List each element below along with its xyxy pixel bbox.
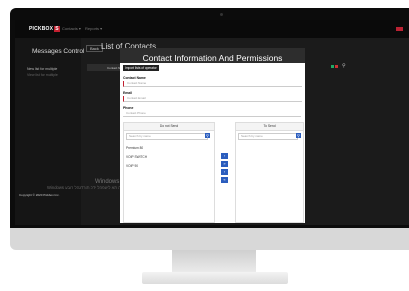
list-item[interactable]: Premium 80 <box>126 146 143 150</box>
phone-input[interactable]: Contact Phone <box>123 111 301 117</box>
sidebar-item-view-list[interactable]: View list for multiple <box>27 73 58 77</box>
move-left-button[interactable]: ‹ <box>221 169 228 175</box>
move-right-button[interactable]: › <box>221 153 228 159</box>
contact-name-input[interactable]: Contact Name <box>123 81 302 87</box>
app-screen: PICKBOX S Contacts ▾ Reports ▾ Messages C… <box>15 20 409 225</box>
do-not-send-header: Do not Send <box>124 123 214 131</box>
app-logo[interactable]: PICKBOX S <box>29 26 60 32</box>
export-excel-icon[interactable] <box>331 65 334 68</box>
to-send-search-input[interactable]: Search by name <box>238 133 298 140</box>
modal-title: Contact Information And Permissions <box>142 53 283 63</box>
import-lists-button[interactable]: Import lists of operator <box>123 65 159 71</box>
search-icon[interactable]: ⚲ <box>342 63 346 69</box>
email-label: Email <box>123 91 133 95</box>
monitor-stand <box>172 250 256 272</box>
phone-label: Phone <box>123 106 134 110</box>
sidebar-item-new-list[interactable]: New list for multiple <box>27 67 57 71</box>
to-send-header: To Send <box>236 123 303 131</box>
search-icon[interactable]: ⚲ <box>205 133 210 138</box>
sidebar-title: Messages Control <box>32 48 85 55</box>
export-pdf-icon[interactable] <box>335 65 338 68</box>
monitor-foot <box>142 272 288 284</box>
camera-dot <box>220 13 223 16</box>
move-all-left-button[interactable]: « <box>221 177 228 183</box>
language-flag-icon[interactable] <box>396 27 403 31</box>
nav-reports[interactable]: Reports ▾ <box>85 26 102 31</box>
search-icon[interactable]: ⚲ <box>296 133 301 138</box>
email-input[interactable]: Contact Email <box>123 96 302 102</box>
contact-name-label: Contact Name <box>123 76 146 80</box>
monitor-chin <box>10 228 409 250</box>
nav-contacts[interactable]: Contacts ▾ <box>62 26 81 31</box>
copyright-text: Copyright © 2020 Pickbox Inc. <box>19 193 60 197</box>
move-all-right-button[interactable]: » <box>221 161 228 167</box>
list-item[interactable]: VOIP 90 <box>126 164 138 168</box>
do-not-send-search-input[interactable]: Search by name <box>126 133 208 140</box>
list-item[interactable]: VOIP SWITCH <box>126 155 147 159</box>
